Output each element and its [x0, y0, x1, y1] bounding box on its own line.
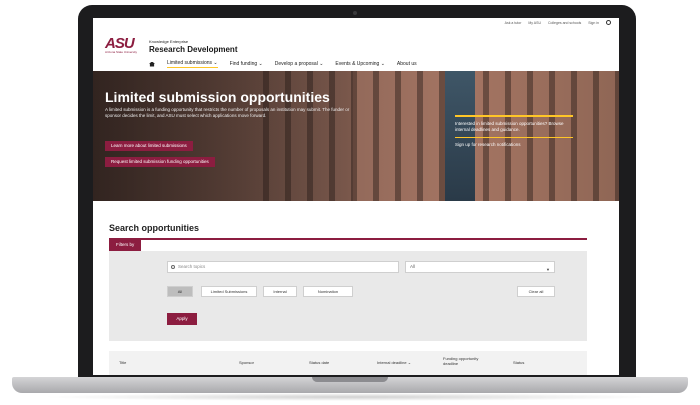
- laptop-base: [12, 377, 688, 393]
- section-divider: [109, 238, 587, 240]
- utility-link[interactable]: Ask a tutor: [505, 21, 522, 26]
- utility-link[interactable]: Colleges and schools: [548, 21, 581, 26]
- results-table-header: Title Sponsor Status date Internal deadl…: [109, 351, 587, 375]
- nav-item-develop-proposal[interactable]: Develop a proposal ⌄: [275, 61, 324, 67]
- unit-title[interactable]: Research Development: [149, 45, 237, 54]
- column-title[interactable]: Title: [119, 360, 126, 365]
- column-status-date[interactable]: Status date: [309, 360, 329, 365]
- keyword-search-input[interactable]: Search topics: [167, 261, 399, 273]
- logo-mark: ASU: [105, 35, 135, 52]
- chevron-down-icon: ▼: [546, 267, 550, 272]
- request-funding-button[interactable]: Request limited submission funding oppor…: [105, 157, 215, 167]
- search-icon[interactable]: [606, 20, 611, 25]
- nav-item-events[interactable]: Events & Upcoming ⌄: [335, 61, 385, 67]
- chip-limited-submissions[interactable]: Limited Submissions: [201, 286, 257, 297]
- column-sponsor[interactable]: Sponsor: [239, 360, 254, 365]
- hero-title: Limited submission opportunities: [105, 89, 330, 105]
- chip-internal[interactable]: Internal: [263, 286, 297, 297]
- chip-all[interactable]: All: [167, 286, 193, 297]
- chip-nomination[interactable]: Nomination: [303, 286, 353, 297]
- unit-eyebrow: Knowledge Enterprise: [149, 39, 189, 44]
- search-icon: [171, 265, 175, 269]
- nav-item-about[interactable]: About us: [397, 61, 417, 67]
- utility-link[interactable]: Sign in: [588, 21, 599, 26]
- column-internal-deadline[interactable]: Internal deadline ⌄: [377, 360, 411, 365]
- keyword-placeholder: Search topics: [178, 264, 206, 269]
- learn-more-button[interactable]: Learn more about limited submissions: [105, 141, 193, 151]
- hero-banner: Limited submission opportunities A limit…: [93, 71, 619, 201]
- search-section-title: Search opportunities: [109, 223, 200, 233]
- base-notch: [312, 377, 388, 382]
- category-value: All: [410, 264, 416, 269]
- column-status[interactable]: Status: [513, 360, 524, 365]
- screen: Ask a tutor My ASU Colleges and schools …: [93, 18, 619, 375]
- category-select[interactable]: All ▼: [405, 261, 555, 273]
- nav-item-limited-submissions[interactable]: Limited submissions ⌄: [167, 60, 218, 68]
- apply-button[interactable]: Apply: [167, 313, 197, 325]
- filter-panel: Search topics All ▼ All Limited Submissi…: [109, 251, 587, 341]
- main-nav: Limited submissions ⌄ Find funding ⌄ Dev…: [149, 60, 417, 68]
- asu-logo[interactable]: ASU Arizona State University: [105, 35, 141, 55]
- nav-item-find-funding[interactable]: Find funding ⌄: [230, 61, 263, 67]
- logo-subtitle: Arizona State University: [105, 50, 138, 54]
- hero-callout: Interested in limited submission opportu…: [455, 115, 573, 147]
- camera-icon: [353, 11, 357, 15]
- column-funding-deadline[interactable]: Funding opportunity deadline: [443, 356, 483, 366]
- base-shadow: [40, 393, 660, 401]
- utility-bar: Ask a tutor My ASU Colleges and schools …: [505, 20, 611, 26]
- home-icon[interactable]: [149, 61, 155, 67]
- filter-tab[interactable]: Filters by: [109, 239, 142, 251]
- clear-filters-button[interactable]: Clear all: [517, 286, 555, 297]
- hero-description: A limited submission is a funding opport…: [105, 107, 350, 118]
- callout-text: Interested in limited submission opportu…: [455, 120, 564, 132]
- callout-link[interactable]: Sign up for research notifications: [455, 136, 573, 147]
- utility-link[interactable]: My ASU: [528, 21, 541, 26]
